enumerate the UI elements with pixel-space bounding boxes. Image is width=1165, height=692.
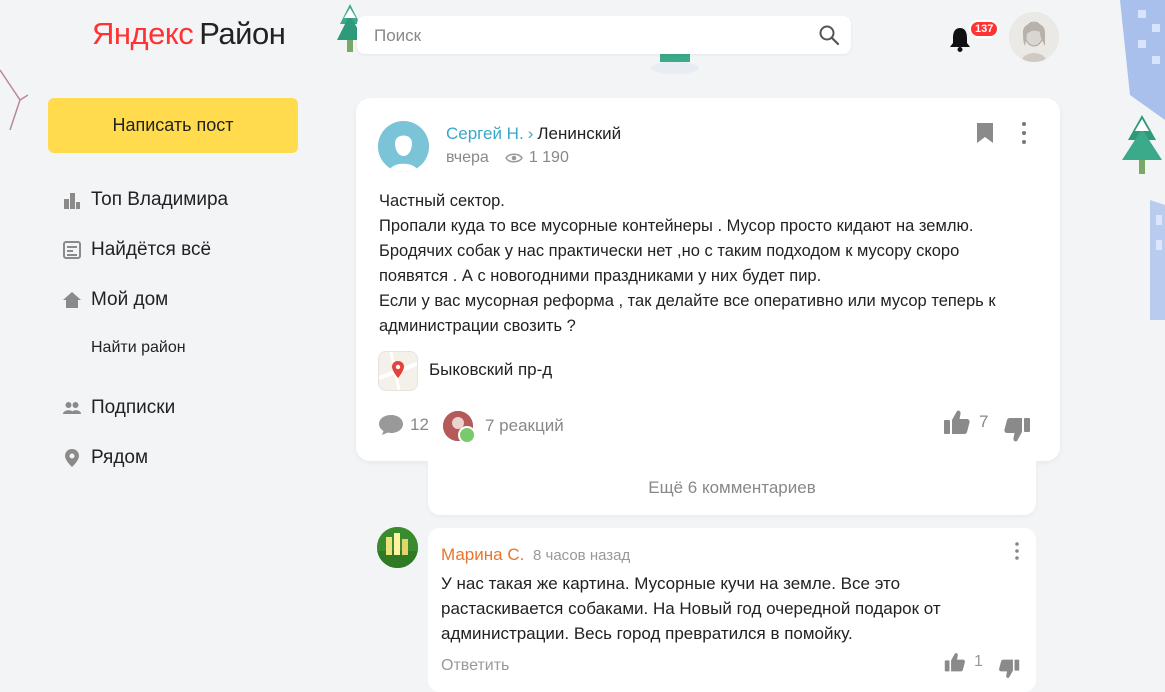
post-text: Частный сектор. Пропали куда то все мусо… <box>379 189 1039 339</box>
more-comments-button[interactable]: Ещё 6 комментариев <box>428 461 1036 515</box>
comment-likes-count: 1 <box>974 653 983 670</box>
post-text-line: Частный сектор. <box>379 192 505 210</box>
thumbs-down-icon[interactable] <box>998 658 1020 680</box>
sidebar-item-subscriptions[interactable]: Подписки <box>62 397 175 419</box>
comment-avatar-image <box>377 527 418 568</box>
thumbs-up-icon <box>944 410 970 434</box>
pin-icon <box>65 449 79 467</box>
sidebar-item-classifieds[interactable]: Найдётся всё <box>62 239 211 261</box>
thumbs-up-icon <box>944 653 965 672</box>
sidebar-item-label: Мой дом <box>91 289 169 310</box>
comment-text-line: У нас такая же картина. Мусорные кучи на… <box>441 574 901 593</box>
reactions-button[interactable]: 7 реакций <box>443 411 564 444</box>
like-badge-icon <box>458 426 476 444</box>
sidebar-item-label: Найдётся всё <box>91 239 212 260</box>
sidebar-item-nearby[interactable]: Рядом <box>62 447 148 469</box>
post-author-avatar[interactable] <box>378 121 429 172</box>
sidebar-item-top[interactable]: Топ Владимира <box>62 189 228 211</box>
comments-button[interactable]: 12 <box>378 413 429 437</box>
home-icon <box>63 292 81 308</box>
logo-yandex: Яндекс <box>92 16 194 51</box>
post-text-line: Если у вас мусорная реформа , так делайт… <box>379 292 996 310</box>
comment-card: Марина С. 8 часов назад У нас такая же к… <box>428 528 1036 692</box>
bookmark-icon[interactable] <box>976 122 994 144</box>
more-options-icon[interactable] <box>1014 541 1020 561</box>
comment-time: 8 часов назад <box>533 547 631 564</box>
user-avatar-image <box>1009 12 1059 62</box>
comment-text-line: администрации. Весь город превратился в … <box>441 624 853 643</box>
people-icon <box>63 402 81 414</box>
map-pin-icon <box>379 352 417 390</box>
post-text-line: появятся . А с новогодними праздниками у… <box>379 267 822 285</box>
tree-decoration <box>1122 115 1162 174</box>
comment-author-name[interactable]: Марина С. <box>441 545 524 565</box>
comment-author-avatar[interactable] <box>377 527 418 568</box>
logo-rayon: Район <box>199 16 286 51</box>
comment-like-button[interactable]: 1 <box>944 651 983 673</box>
post-card: Сергей Н. › Ленинский вчера 1 190 Частный … <box>356 98 1060 461</box>
post-text-line: администрации свозить ? <box>379 317 576 335</box>
search-box[interactable] <box>357 16 851 54</box>
post-author-name[interactable]: Сергей Н. <box>446 124 524 143</box>
sidebar-item-find-district[interactable]: Найти район <box>91 339 186 357</box>
comment-text: У нас такая же картина. Мусорные кучи на… <box>441 571 1001 646</box>
eye-icon <box>504 153 523 163</box>
post-meta: вчера 1 190 <box>446 149 569 167</box>
post-district[interactable]: Ленинский <box>537 124 621 143</box>
sidebar-item-label: Топ Владимира <box>91 189 229 210</box>
comment-icon <box>379 415 403 435</box>
more-options-icon[interactable] <box>1020 120 1028 146</box>
city-icon <box>64 193 80 209</box>
user-avatar[interactable] <box>1009 12 1059 62</box>
search-input[interactable] <box>372 25 796 47</box>
sidebar-item-label: Подписки <box>91 397 176 418</box>
post-text-line: Пропали куда то все мусорные контейнеры … <box>379 217 974 235</box>
post-author-line: Сергей Н. › Ленинский <box>446 124 621 144</box>
post-text-line: Бродячих собак у нас практически нет ,но… <box>379 242 960 260</box>
reactor-avatar <box>443 411 476 444</box>
post-location[interactable]: Быковский пр-д <box>429 360 552 380</box>
likes-count: 7 <box>979 412 989 431</box>
map-thumbnail-icon[interactable] <box>378 351 418 391</box>
reactions-label: 7 реакций <box>485 416 564 435</box>
notification-badge: 137 <box>969 20 1000 38</box>
comment-text-line: растаскивается собаками. На Новый год оч… <box>441 599 941 618</box>
write-post-button[interactable]: Написать пост <box>48 98 298 153</box>
logo[interactable]: Яндекс Район <box>92 16 286 52</box>
reply-button[interactable]: Ответить <box>441 657 509 675</box>
thumbs-down-icon[interactable] <box>1003 416 1031 444</box>
default-avatar-icon <box>378 121 429 172</box>
sidebar-item-label: Рядом <box>91 447 149 468</box>
comments-count: 12 <box>410 415 429 434</box>
post-views: 1 190 <box>528 149 569 166</box>
branch-decoration <box>0 69 29 130</box>
breadcrumb-separator: › <box>527 124 534 143</box>
search-icon[interactable] <box>819 25 839 45</box>
post-time: вчера <box>446 149 489 166</box>
sidebar-item-my-home[interactable]: Мой дом <box>62 289 168 311</box>
like-button[interactable]: 7 <box>943 408 988 436</box>
board-icon <box>63 241 81 259</box>
